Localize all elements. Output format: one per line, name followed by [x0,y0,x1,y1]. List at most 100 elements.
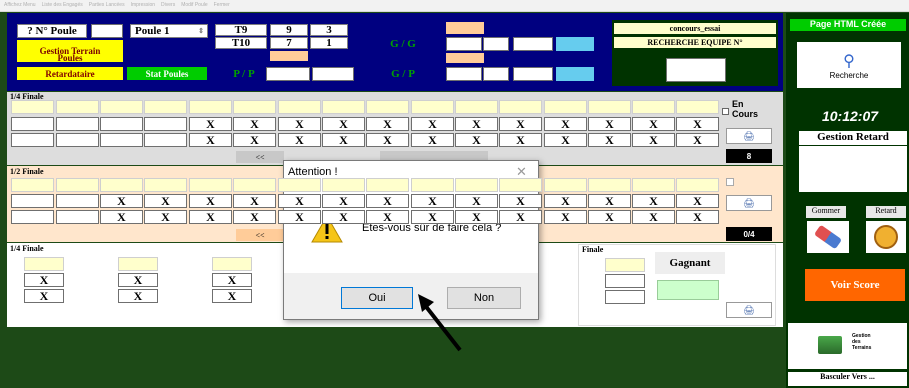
bottom-x-mark: X [118,273,158,287]
semi-x-mark: X [499,194,542,208]
quarter-team-slot [544,100,587,114]
semi-team-slot [100,178,143,192]
bottom-x-mark: X [212,273,252,287]
menu-item[interactable]: Affichez Menu [4,2,36,9]
semi-team-slot [278,178,321,192]
bottom-quarter-title: 1/4 Finale [10,244,44,253]
voir-score-button[interactable]: Voir Score [805,269,905,301]
stat-poules-button[interactable]: Stat Poules [127,67,207,80]
retardataire-button[interactable]: Retardataire [17,67,123,80]
semi-team-slot [56,194,99,208]
quarter-x-mark: X [588,133,631,147]
gg-marker [446,22,484,34]
semi-x-mark: X [100,210,143,224]
quarter-team-slot [11,100,54,114]
bottom-x-mark: X [212,289,252,303]
menu-item[interactable]: Fermer [214,2,230,9]
search-icon: ⚲ [843,52,855,70]
print-button-3[interactable]: 🖨 [726,302,772,318]
quarter-x-mark: X [366,117,409,131]
recherche-label: Recherche [829,70,869,80]
quarter-x-mark: X [411,133,454,147]
quarter-team-slot [144,133,187,147]
bottom-x-mark: X [24,289,64,303]
quarter-x-mark: X [632,117,675,131]
finale-team-3 [605,290,645,304]
semi-team-slot [11,210,54,224]
menu-item[interactable]: Divers [161,2,175,9]
quarter-team-slot [144,117,187,131]
t10-cell: T10 [215,37,267,49]
quarter-team-slot [189,100,232,114]
quarter-team-slot [11,133,54,147]
semi-x-mark: X [411,210,454,224]
menu-item[interactable]: Modif Poule [181,2,207,9]
gg-cell-2 [483,37,509,51]
gp-cell-1 [446,67,482,81]
quarter-x-mark: X [455,133,498,147]
chevron-down-icon: ⇕ [198,27,204,35]
semi-team-slot [11,194,54,208]
semi-x-mark: X [322,194,365,208]
quarter-x-mark: X [499,117,542,131]
quarter-x-mark: X [322,133,365,147]
quarter-x-mark: X [322,117,365,131]
gp-marker [446,53,484,63]
semi-x-mark: X [189,210,232,224]
gommer-label: Gommer [806,206,846,218]
pp-cell-1 [266,67,310,81]
gg-label: G / G [362,37,444,51]
quarter-team-slot [366,100,409,114]
retard-button[interactable] [866,221,906,253]
quarter-x-mark: X [189,117,232,131]
finale-team-1 [605,258,645,272]
quarter-team-slot [233,100,276,114]
quarter-team-slot [455,100,498,114]
semi-x-mark: X [322,210,365,224]
semi-checkbox[interactable] [726,178,734,186]
poule-number-input[interactable] [91,24,123,38]
semi-team-slot [233,178,276,192]
terrain-icon [818,336,842,354]
quarter-x-mark: X [676,117,719,131]
gp-label: G / P [362,67,444,81]
menu-item[interactable]: Parties Lancées [89,2,125,9]
quarter-nav-prev[interactable]: << [236,151,284,163]
quarter-team-slot [11,117,54,131]
semi-x-mark: X [632,210,675,224]
en-cours-checkbox[interactable]: En Cours [722,99,774,125]
gestion-terrains-button[interactable] [788,323,907,369]
page-html-status: Page HTML Créée [790,19,906,31]
basculer-vers-label[interactable]: Basculer Vers ... [788,372,907,386]
yes-button[interactable]: Oui [341,287,413,309]
print-button-1[interactable]: 🖨 [726,128,772,144]
print-button-2[interactable]: 🖨 [726,195,772,211]
semi-x-mark: X [366,210,409,224]
menu-item[interactable]: Impression [131,2,155,9]
gestion-terrains-label: Gestion des Terrains [852,333,872,351]
quarter-x-mark: X [588,117,631,131]
recherche-equipe-label: RECHERCHE EQUIPE N° [614,37,776,48]
pointer-arrow-icon [418,294,462,352]
poule-select[interactable]: Poule 1 ⇕ [130,24,208,38]
gommer-button[interactable] [807,221,849,253]
quarter-x-mark: X [499,133,542,147]
semi-x-mark: X [366,194,409,208]
t9-cell: T9 [215,24,267,36]
score-1: 1 [310,37,348,49]
recherche-button[interactable]: ⚲ Recherche [797,42,901,88]
semi-x-mark: X [189,194,232,208]
gestion-retard-title: Gestion Retard [799,131,907,145]
en-cours-label: En Cours [732,99,759,119]
quarter-team-slot [56,117,99,131]
semi-team-slot [56,210,99,224]
semi-nav-prev[interactable]: << [236,229,284,241]
quarter-team-slot [499,100,542,114]
menu-item[interactable]: Liste des Engagés [42,2,83,9]
finale-title: Finale [582,245,604,254]
menu-bar: Affichez Menu Liste des Engagés Parties La… [0,0,909,12]
score-9: 9 [270,24,308,36]
semi-x-mark: X [455,194,498,208]
equipe-search-input[interactable] [666,58,726,82]
checkbox-icon [722,108,729,115]
